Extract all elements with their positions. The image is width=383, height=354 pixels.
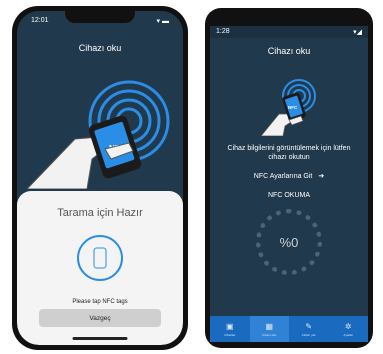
- iphone-screen: 12:01 ▾ ▬ Cihazı oku NFC Tarama için Haz…: [17, 11, 183, 345]
- nfc-settings-link[interactable]: NFC Ayarlarına Git ➔: [210, 172, 368, 180]
- nfc-read-label: NFC OKUMA: [268, 192, 310, 199]
- tab-devices[interactable]: ▣ Cihazlar: [210, 316, 250, 342]
- android-status-bar: 1:28 ▾◢: [210, 26, 368, 38]
- status-icons: ▾ ▬: [156, 18, 169, 25]
- page-title: Cihazı oku: [78, 43, 122, 53]
- status-time: 12:01: [31, 17, 49, 24]
- nfc-label: NFC: [288, 105, 298, 110]
- progress-gauge: %0: [256, 209, 322, 275]
- scan-icon: ▦: [265, 321, 274, 331]
- home-indicator: [72, 337, 128, 340]
- sheet-title: Tarama için Hazır: [57, 207, 143, 219]
- write-icon: ✎: [305, 321, 313, 331]
- nfc-settings-label: NFC Ayarlarına Git: [253, 173, 313, 180]
- tab-label: Cihazı yaz: [301, 332, 316, 337]
- tab-label: Ayarlar: [343, 332, 353, 337]
- arrow-right-icon: ➔: [318, 173, 325, 180]
- gear-icon: ✲: [344, 321, 352, 331]
- page-title: Cihazı oku: [267, 46, 311, 56]
- scan-sheet: Tarama için Hazır Please tap NFC tags Va…: [17, 191, 183, 345]
- instruction-text: Cihaz bilgilerini görüntülemek için lütf…: [227, 145, 351, 161]
- android-screen: 1:28 ▾◢ Cihazı oku NFC Cihaz bilgilerini…: [210, 26, 368, 342]
- progress-value: %0: [279, 234, 299, 250]
- devices-icon: ▣: [225, 321, 234, 331]
- bottom-tab-bar: ▣ Cihazlar ▦ Cihazı oku ✎ Cihazı yaz ✲ A…: [210, 316, 368, 342]
- nfc-hand-illustration: NFC: [26, 80, 170, 189]
- nfc-hand-illustration: NFC: [260, 79, 316, 136]
- phone-icon: [93, 247, 107, 269]
- status-icons: ▾◢: [353, 29, 362, 36]
- tab-settings[interactable]: ✲ Ayarlar: [329, 316, 369, 342]
- nfc-scan-ring-icon: [77, 235, 123, 281]
- iphone-mockup: 12:01 ▾ ▬ Cihazı oku NFC Tarama için Haz…: [12, 6, 188, 350]
- cancel-button[interactable]: Vazgeç: [39, 309, 161, 327]
- tab-write-device[interactable]: ✎ Cihazı yaz: [289, 316, 329, 342]
- android-mockup: 1:28 ▾◢ Cihazı oku NFC Cihaz bilgilerini…: [205, 8, 373, 348]
- status-time: 1:28: [216, 28, 230, 35]
- tab-read-device[interactable]: ▦ Cihazı oku: [249, 316, 289, 342]
- tab-label: Cihazlar: [224, 332, 236, 337]
- iphone-notch: [65, 11, 135, 23]
- scan-hint: Please tap NFC tags: [72, 299, 128, 305]
- tab-label: Cihazı oku: [262, 332, 277, 337]
